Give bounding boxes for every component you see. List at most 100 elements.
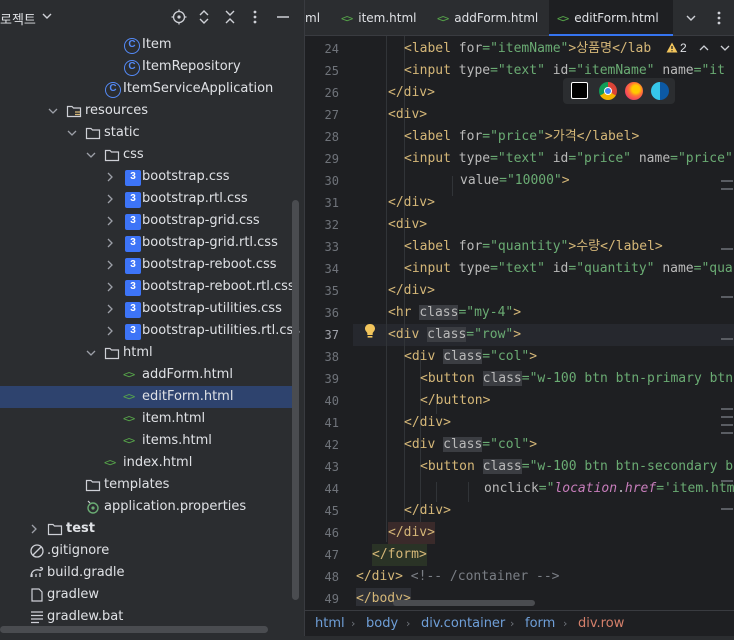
tree-item-bootstrap-grid-css[interactable]: 3 bootstrap-grid.css <box>0 210 292 232</box>
tab-item-html[interactable]: <> item.html <box>341 0 427 36</box>
line-number[interactable]: 49 <box>305 588 339 610</box>
chevron-right-icon[interactable] <box>105 304 115 314</box>
chevron-down-icon[interactable] <box>86 348 96 358</box>
line-number[interactable]: 40 <box>305 390 339 412</box>
hide-panel-icon[interactable] <box>274 8 292 26</box>
line-number[interactable]: 42 <box>305 434 339 456</box>
code-token: ="price" <box>670 151 733 166</box>
tree-item-gradlew-bat[interactable]: gradlew.bat <box>0 606 292 628</box>
tree-item-itemserviceapplication[interactable]: C ItemServiceApplication <box>0 78 292 100</box>
tree-item-gitignore[interactable]: .gitignore <box>0 540 292 562</box>
project-title[interactable]: 로젝트 <box>0 9 36 28</box>
tree-item-bootstrap-css[interactable]: 3 bootstrap.css <box>0 166 292 188</box>
chevron-down-icon[interactable] <box>86 150 96 160</box>
tree-item-bootstrap-grid-rtl-css[interactable]: 3 bootstrap-grid.rtl.css <box>0 232 292 254</box>
line-number[interactable]: 48 <box>305 566 339 588</box>
tab-label: editForm.html <box>574 11 659 25</box>
line-number[interactable]: 36 <box>305 302 339 324</box>
tree-item-resources[interactable]: resources <box>0 100 292 122</box>
breadcrumb-item[interactable]: div.container <box>421 612 505 636</box>
line-number[interactable]: 32 <box>305 214 339 236</box>
line-number[interactable]: 25 <box>305 60 339 82</box>
tree-item-item-html[interactable]: <> item.html <box>0 408 292 430</box>
chevron-down-icon[interactable] <box>42 11 52 21</box>
tree-item-html[interactable]: html <box>0 342 292 364</box>
chevron-down-icon[interactable] <box>48 106 58 116</box>
chevron-down-icon[interactable] <box>685 12 697 24</box>
line-number[interactable]: 33 <box>305 236 339 258</box>
tab-partial[interactable]: ml <box>305 0 327 36</box>
expand-collapse-icon[interactable] <box>195 8 213 26</box>
line-number[interactable]: 30 <box>305 170 339 192</box>
chevron-down-icon[interactable] <box>67 128 77 138</box>
code-line-27: <div> <box>388 107 428 122</box>
line-number[interactable]: 31 <box>305 192 339 214</box>
chevron-up-icon[interactable] <box>699 44 709 52</box>
line-number[interactable]: 41 <box>305 412 339 434</box>
breadcrumb-item[interactable]: body <box>366 612 398 636</box>
tree-item-bootstrap-reboot-css[interactable]: 3 bootstrap-reboot.css <box>0 254 292 276</box>
tree-item-editform-html[interactable]: <> editForm.html <box>0 386 292 408</box>
firefox-icon[interactable] <box>625 82 643 100</box>
line-number[interactable]: 45 <box>305 500 339 522</box>
tree-item-bootstrap-reboot-rtl-css[interactable]: 3 bootstrap-reboot.rtl.css <box>0 276 295 298</box>
tree-item-build-gradle[interactable]: build.gradle <box>0 562 292 584</box>
tree-item-templates[interactable]: templates <box>0 474 292 496</box>
tree-item-bootstrap-rtl-css[interactable]: 3 bootstrap.rtl.css <box>0 188 292 210</box>
line-number[interactable]: 24 <box>305 38 339 60</box>
inspection-widget[interactable]: 2 <box>665 38 734 58</box>
breadcrumb-item[interactable]: form <box>525 612 555 636</box>
vertical-scrollbar[interactable] <box>292 200 299 600</box>
line-number[interactable]: 38 <box>305 346 339 368</box>
lightbulb-icon[interactable] <box>363 323 377 339</box>
tree-item-gradlew[interactable]: gradlew <box>0 584 292 606</box>
more-options-icon[interactable] <box>711 9 727 27</box>
code-token: class <box>443 437 483 452</box>
tree-item-index-html[interactable]: <> index.html <box>0 452 292 474</box>
chevron-right-icon[interactable] <box>105 238 115 248</box>
tree-item-item[interactable]: C Item <box>0 34 292 56</box>
chevron-right-icon[interactable] <box>105 172 115 182</box>
chevron-right-icon[interactable] <box>105 282 115 292</box>
code-area[interactable]: <label for="itemName">상품명</lab <input ty… <box>353 36 734 606</box>
line-number[interactable]: 26 <box>305 82 339 104</box>
breadcrumb-item[interactable]: html <box>315 612 345 636</box>
tab-addform-html[interactable]: <> addForm.html <box>437 0 549 36</box>
tree-item-static[interactable]: static <box>0 122 292 144</box>
edge-icon[interactable] <box>651 82 669 100</box>
tree-item-itemrepository[interactable]: C ItemRepository <box>0 56 292 78</box>
locate-file-icon[interactable] <box>170 8 188 26</box>
more-options-icon[interactable] <box>246 8 264 26</box>
tree-item-css[interactable]: css <box>0 144 292 166</box>
tree-item-bootstrap-utilities-css[interactable]: 3 bootstrap-utilities.css <box>0 298 292 320</box>
line-number[interactable]: 35 <box>305 280 339 302</box>
chevron-right-icon[interactable] <box>105 260 115 270</box>
breadcrumb-item-current[interactable]: div.row <box>578 612 624 636</box>
chevron-right-icon[interactable] <box>105 216 115 226</box>
chrome-icon[interactable] <box>599 82 617 100</box>
chevron-right-icon[interactable] <box>29 524 39 534</box>
line-number[interactable]: 34 <box>305 258 339 280</box>
collapse-all-icon[interactable] <box>221 8 239 26</box>
horizontal-scrollbar[interactable] <box>0 626 268 633</box>
line-number[interactable]: 46 <box>305 522 339 544</box>
tree-item-bootstrap-utilities-rtl-css[interactable]: 3 bootstrap-utilities.rtl.css <box>0 320 300 342</box>
intellij-browser-icon[interactable] <box>571 82 588 99</box>
line-number[interactable]: 37 <box>305 324 339 346</box>
editor-horizontal-scrollbar[interactable] <box>393 600 535 606</box>
line-number[interactable]: 43 <box>305 456 339 478</box>
line-number[interactable]: 44 <box>305 478 339 500</box>
line-number[interactable]: 39 <box>305 368 339 390</box>
chevron-right-icon[interactable] <box>105 326 115 336</box>
tree-item-application-properties[interactable]: application.properties <box>0 496 292 518</box>
tree-item-addform-html[interactable]: <> addForm.html <box>0 364 292 386</box>
line-number[interactable]: 28 <box>305 126 339 148</box>
line-number[interactable]: 27 <box>305 104 339 126</box>
line-number[interactable]: 47 <box>305 544 339 566</box>
tree-item-items-html[interactable]: <> items.html <box>0 430 292 452</box>
tree-item-test[interactable]: test <box>0 518 292 540</box>
tab-editform-html[interactable]: <> editForm.html <box>549 0 673 36</box>
line-number[interactable]: 29 <box>305 148 339 170</box>
chevron-right-icon[interactable] <box>105 194 115 204</box>
chevron-down-icon[interactable] <box>720 44 730 52</box>
